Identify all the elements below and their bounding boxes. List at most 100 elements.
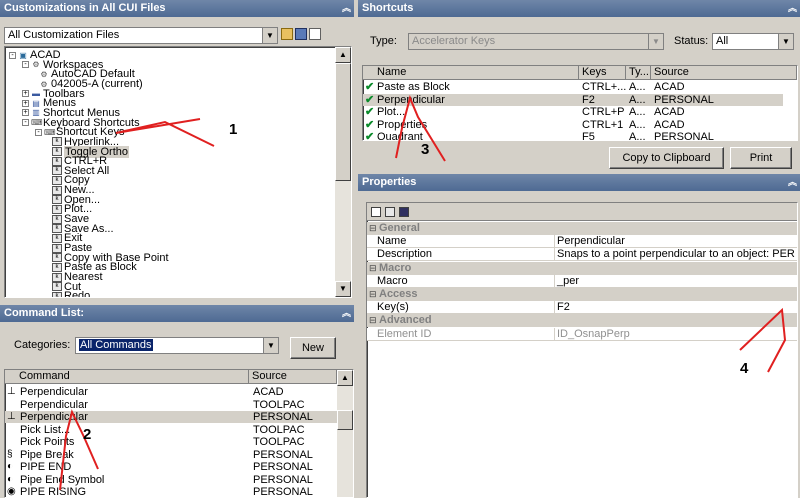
collapse-node-icon[interactable]: ⊟ [369,222,377,235]
type-column-header[interactable]: Ty... [626,66,651,80]
table-row[interactable]: ◐ Pipe End Symbol PERSONAL [5,474,337,486]
keys-column-header[interactable]: Keys [579,66,626,80]
command-list[interactable]: Command Source ⊥ Perpendicular ACAD Perpend… [4,369,354,498]
categories-dropdown[interactable]: All Commands ▼ [75,337,279,354]
status-dropdown[interactable]: All ▼ [712,33,794,50]
table-row[interactable]: § Pipe Break PERSONAL [5,449,337,461]
property-row[interactable]: Macro _per [367,274,797,288]
collapse-node-icon[interactable]: ⊟ [369,262,377,275]
open-file-icon[interactable] [281,28,293,40]
command-name: Pick List... [20,423,71,436]
copy-to-clipboard-button[interactable]: Copy to Clipboard [609,147,724,169]
categories-label: Categories: [14,339,71,351]
scroll-up-icon[interactable]: ▲ [337,370,353,386]
property-category[interactable]: ⊟ Advanced [367,314,797,328]
chevron-down-icon[interactable]: ▼ [648,34,663,49]
command-list-scrollbar[interactable]: ▲ [337,370,353,497]
menu-icon: ▤ [32,98,40,108]
property-value[interactable]: F2 [557,301,570,314]
scroll-up-icon[interactable]: ▲ [335,47,351,63]
command-column-header[interactable]: Command [5,370,249,384]
expand-node-icon[interactable]: + [22,99,29,107]
collapse-node-icon[interactable]: ⊟ [369,314,377,327]
table-row[interactable]: ⊥ Perpendicular PERSONAL [5,411,337,423]
collapse-node-icon[interactable]: ⊟ [369,288,377,301]
property-category[interactable]: ⊟ Macro [367,261,797,275]
property-category[interactable]: ⊟ Access [367,288,797,301]
check-icon: ✔ [365,81,375,93]
property-value[interactable]: Snaps to a point perpendicular to an obj… [557,248,795,261]
collapse-node-icon[interactable]: - [22,61,29,69]
customization-file-filter[interactable]: All Customization Files ▼ [4,27,278,44]
property-value[interactable]: ID_OsnapPerp [557,328,630,341]
list-view-icon[interactable] [309,28,321,40]
scroll-thumb[interactable] [337,410,353,430]
collapse-icon[interactable]: ︽ [788,174,797,191]
collapse-node-icon[interactable]: - [22,119,29,127]
command-list-title: Command List: ︽ [0,305,354,322]
command-name: Perpendicular [20,398,88,411]
expand-node-icon[interactable]: + [22,109,29,117]
collapse-icon[interactable]: ︽ [342,305,351,322]
sort-alphabetical-icon[interactable] [385,207,395,217]
toolbar-icon: ▬ [32,89,40,99]
tree-item-label: Redo [64,290,91,298]
collapse-icon[interactable]: ︽ [788,0,797,17]
chevron-down-icon[interactable]: ▼ [778,34,793,49]
table-row[interactable]: ✔ Plot... CTRL+P A... ACAD [363,106,783,118]
property-category[interactable]: ⊟ General [367,222,797,235]
table-row[interactable]: ◉ PIPE RISING PERSONAL [5,486,337,497]
new-command-button[interactable]: New [290,337,336,359]
expand-node-icon[interactable]: + [22,90,29,98]
shortcut-name: Quadrant [377,131,423,141]
table-row[interactable]: Pick List... TOOLPAC [5,424,337,436]
chevron-down-icon[interactable]: ▼ [263,338,278,353]
source-column-header[interactable]: Source [651,66,797,80]
table-row[interactable]: ✔ Paste as Block CTRL+... A... ACAD [363,81,783,93]
collapse-icon[interactable]: ︽ [342,0,351,17]
property-value[interactable]: _per [557,275,579,288]
print-button[interactable]: Print [730,147,792,169]
save-icon[interactable] [295,28,307,40]
table-row[interactable]: Pick Points TOOLPAC [5,436,337,448]
property-row[interactable]: Description Snaps to a point perpendicula… [367,248,797,262]
property-label: Description [377,248,433,261]
key-icon: k [52,166,62,176]
property-row[interactable]: Name Perpendicular [367,235,797,249]
table-row[interactable]: ◐ PIPE END PERSONAL [5,461,337,473]
table-row[interactable]: Perpendicular TOOLPAC [5,399,337,411]
shortcut-source: ACAD [654,81,685,93]
command-name: PIPE END [20,461,72,473]
properties-grid[interactable]: ⊟ General Name Perpendicular Description Snap… [366,202,798,498]
name-column-header[interactable]: Name [363,66,579,80]
property-row[interactable]: Element ID ID_OsnapPerp [367,327,797,341]
scroll-thumb[interactable] [335,63,351,181]
type-dropdown[interactable]: Accelerator Keys ▼ [408,33,664,50]
workspace-item-icon: ⚙ [40,69,48,79]
property-value[interactable]: Perpendicular [557,235,625,248]
tree-item[interactable]: k Redo [48,290,91,298]
collapse-node-icon[interactable]: - [35,128,42,136]
table-row[interactable]: ⊥ Perpendicular ACAD [5,386,337,398]
table-row[interactable]: ✔ Properties CTRL+1 A... ACAD [363,119,783,131]
type-value: Accelerator Keys [412,35,496,47]
scroll-down-icon[interactable]: ▼ [335,281,351,297]
check-icon: ✔ [365,118,375,131]
categorized-icon[interactable] [371,207,381,217]
shortcut-type: A... [629,118,646,131]
pipe-end-icon: ◐ [7,473,14,485]
collapse-node-icon[interactable]: - [9,51,16,59]
source-column-header[interactable]: Source [249,370,337,384]
cui-tree-scrollbar[interactable]: ▲ ▼ [335,47,351,297]
command-name: Pick Points [20,436,75,448]
property-row[interactable]: Key(s) F2 [367,301,797,315]
cui-tree[interactable]: - ▣ ACAD - ⚙ Workspaces ⚙ AutoCAD Default ⚙ 04200… [4,46,352,298]
shortcuts-list[interactable]: Name Keys Ty... Source ✔ Paste as Block CT… [362,65,798,141]
command-source: TOOLPAC [253,436,305,448]
table-row[interactable]: ✔ Quadrant F5 A... PERSONAL [363,131,783,141]
table-row[interactable]: ✔ Perpendicular F2 A... PERSONAL [363,93,783,106]
keyboard-icon: ⌨ [44,127,56,137]
shortcut-name: Properties [377,118,428,131]
chevron-down-icon[interactable]: ▼ [262,28,277,43]
property-pages-icon[interactable] [399,207,409,217]
